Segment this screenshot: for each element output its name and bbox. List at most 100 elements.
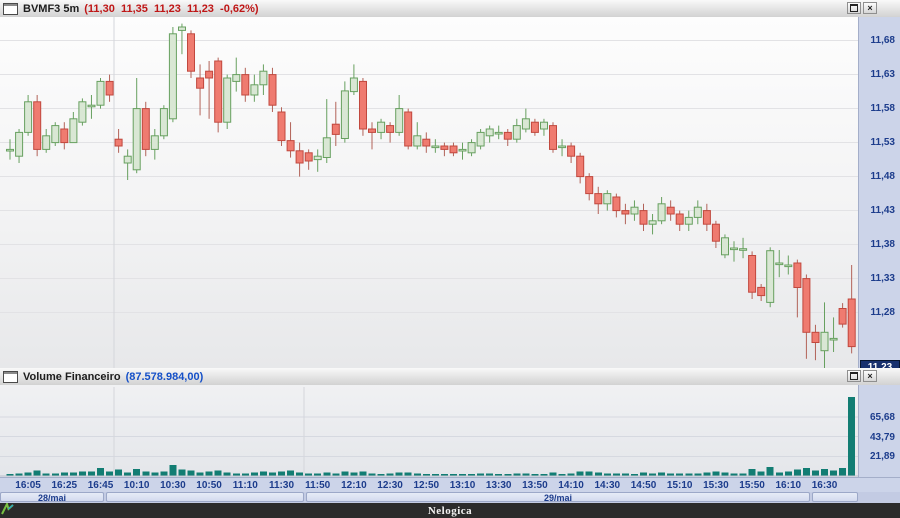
candle-down <box>586 177 593 194</box>
volume-total-value: (87.578.984,00) <box>126 371 204 383</box>
candle-down <box>676 214 683 224</box>
volume-axis-label: 21,89 <box>859 451 895 462</box>
candle-down <box>296 151 303 163</box>
window-icon <box>3 3 18 15</box>
close-icon: × <box>867 3 872 13</box>
candle-down <box>360 81 367 129</box>
volume-chart[interactable] <box>0 385 858 477</box>
candle-up <box>722 238 729 255</box>
close-icon: × <box>867 371 872 381</box>
volume-title: Volume Financeiro <box>23 371 121 383</box>
window-icon <box>3 371 18 383</box>
candle-down <box>703 211 710 225</box>
volume-bar <box>34 471 41 476</box>
price-axis[interactable]: 11,23 11,6811,6311,5811,5311,4811,4311,3… <box>858 17 900 368</box>
volume-bar <box>640 472 647 476</box>
candle-up <box>477 132 484 146</box>
price-axis-label: 11,43 <box>859 205 895 216</box>
nelogica-logo-icon <box>0 503 14 516</box>
volume-bar <box>577 472 584 477</box>
volume-bar <box>269 472 276 476</box>
candle-down <box>441 146 448 149</box>
candle-up <box>830 338 837 340</box>
time-axis[interactable]: 16:0516:2516:4510:1010:3010:5011:1011:30… <box>0 477 900 492</box>
candle-up <box>378 122 385 132</box>
date-section-29-mai: 29/mai <box>306 492 810 502</box>
price-axis-label: 11,33 <box>859 273 895 284</box>
volume-bar <box>70 472 77 476</box>
candlestick-chart[interactable] <box>0 17 858 368</box>
close-button[interactable]: × <box>863 370 877 382</box>
maximize-icon <box>850 4 858 12</box>
volume-bar <box>179 470 186 476</box>
volume-bar <box>88 472 95 477</box>
volume-bar <box>341 472 348 477</box>
candle-up <box>160 109 167 136</box>
volume-bar <box>767 467 774 476</box>
volume-bar <box>151 472 158 476</box>
candle-up <box>631 207 638 214</box>
symbol-ohlc-values: (11,30 11,35 11,23 11,23 -0,62%) <box>84 3 258 15</box>
volume-bar <box>142 472 149 477</box>
candle-up <box>541 122 548 129</box>
price-axis-label: 11,68 <box>859 35 895 46</box>
date-section-28-mai: 28/mai <box>0 492 104 502</box>
time-axis-label: 12:30 <box>372 480 408 491</box>
candle-down <box>405 112 412 146</box>
date-section-empty <box>106 492 304 502</box>
candle-up <box>468 143 475 153</box>
candle-up <box>79 102 86 122</box>
volume-bar <box>224 472 231 476</box>
candle-up <box>776 263 783 265</box>
volume-bar <box>712 472 719 477</box>
volume-bar <box>160 472 167 477</box>
candle-down <box>450 146 457 153</box>
volume-axis[interactable]: 87,58 65,6843,7921,89 <box>858 385 900 477</box>
price-axis-label: 11,48 <box>859 171 895 182</box>
candle-down <box>115 139 122 146</box>
candle-up <box>43 136 50 150</box>
volume-bar <box>251 472 258 476</box>
volume-axis-label: 43,79 <box>859 432 895 443</box>
maximize-button[interactable] <box>847 370 861 382</box>
candle-down <box>712 224 719 241</box>
candle-down <box>758 287 765 295</box>
candle-up <box>396 109 403 133</box>
volume-bar <box>794 470 801 476</box>
candle-up <box>341 91 348 139</box>
candle-down <box>550 126 557 150</box>
candle-up <box>767 251 774 303</box>
time-axis-label: 10:50 <box>191 480 227 491</box>
close-button[interactable]: × <box>863 2 877 14</box>
volume-bar <box>115 470 122 476</box>
maximize-button[interactable] <box>847 2 861 14</box>
candle-up <box>124 156 131 163</box>
price-axis-label: 11,28 <box>859 307 895 318</box>
time-axis-label: 15:30 <box>698 480 734 491</box>
candle-down <box>749 256 756 293</box>
time-axis-label: 15:50 <box>734 480 770 491</box>
volume-bar <box>79 472 86 477</box>
volume-bar <box>61 472 68 476</box>
volume-bar <box>749 469 756 476</box>
candle-down <box>531 122 538 132</box>
time-axis-label: 14:10 <box>553 480 589 491</box>
time-axis-label: 13:30 <box>481 480 517 491</box>
date-row: 28/mai 29/mai <box>0 492 900 503</box>
candle-down <box>423 139 430 146</box>
candle-down <box>332 124 339 134</box>
candle-up <box>604 194 611 204</box>
price-axis-label: 11,38 <box>859 239 895 250</box>
time-axis-label: 16:25 <box>46 480 82 491</box>
volume-bar <box>405 472 412 476</box>
candle-up <box>7 149 14 151</box>
candle-up <box>169 34 176 119</box>
volume-bar <box>124 472 131 476</box>
candle-down <box>106 81 113 95</box>
volume-bar <box>586 472 593 477</box>
volume-bar <box>848 397 855 476</box>
candle-down <box>34 102 41 150</box>
candle-down <box>278 112 285 141</box>
volume-bar <box>106 472 113 477</box>
candle-up <box>88 105 95 107</box>
